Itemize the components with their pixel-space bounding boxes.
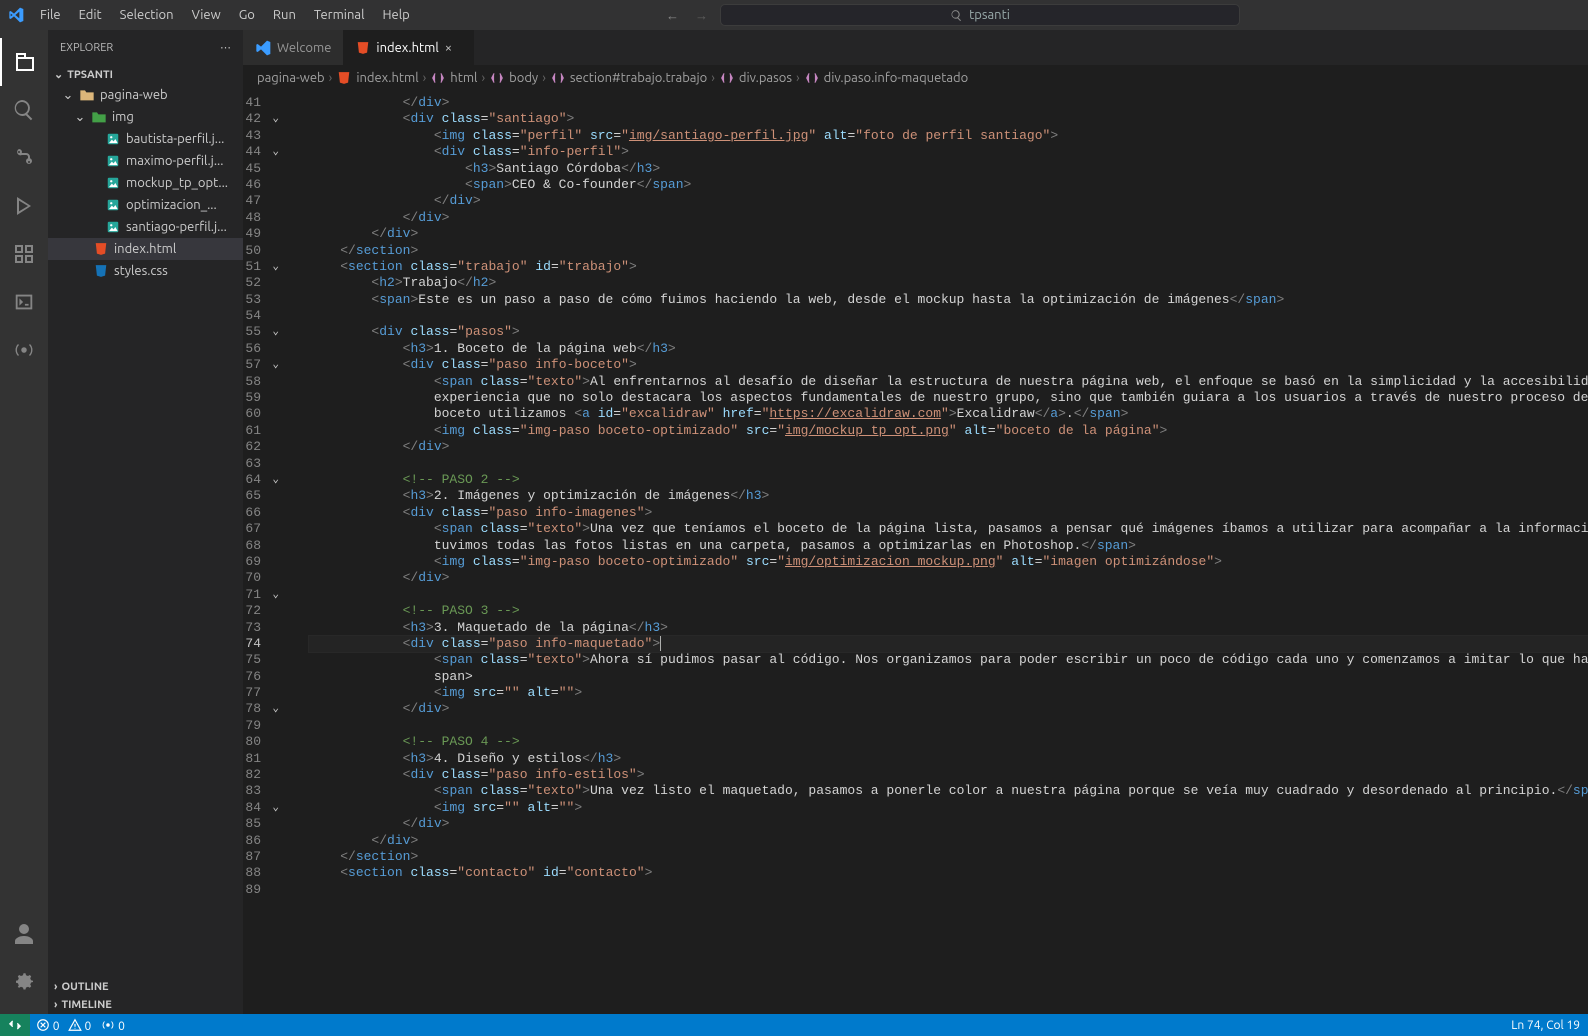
html-file-icon <box>92 242 110 256</box>
activity-search[interactable] <box>0 86 48 134</box>
breadcrumb-icon <box>430 70 446 86</box>
title-bar: FileEditSelectionViewGoRunTerminalHelp ←… <box>0 0 1588 30</box>
image-file-icon <box>104 198 122 212</box>
image-file-icon <box>104 176 122 190</box>
activity-explorer[interactable] <box>0 38 48 86</box>
chevron-down-icon: ⌄ <box>74 110 86 125</box>
breadcrumb-icon <box>719 70 735 86</box>
menu-run[interactable]: Run <box>265 4 304 26</box>
folder-open-icon <box>90 110 108 124</box>
search-icon <box>950 9 963 22</box>
remote-indicator[interactable] <box>0 1014 30 1036</box>
sidebar-title: EXPLORER <box>60 42 113 54</box>
menu-go[interactable]: Go <box>231 4 263 26</box>
breadcrumb-item[interactable]: html <box>450 71 477 85</box>
activity-extensions[interactable] <box>0 230 48 278</box>
tab-index[interactable]: index.html × <box>344 30 473 65</box>
breadcrumb-icon <box>804 70 820 86</box>
breadcrumb-item[interactable]: section#trabajo.trabajo <box>570 71 707 85</box>
breadcrumbs[interactable]: pagina-web›index.html›html›body›section#… <box>243 65 1588 91</box>
project-name: TPSANTI <box>67 69 113 81</box>
menu-edit[interactable]: Edit <box>71 4 110 26</box>
sidebar-explorer: EXPLORER ⋯ ⌄ TPSANTI ⌄ pagina-web ⌄ img <box>48 30 243 1014</box>
timeline-label: TIMELINE <box>61 999 111 1011</box>
activity-scm[interactable] <box>0 134 48 182</box>
menu-selection[interactable]: Selection <box>112 4 182 26</box>
html-file-icon <box>356 41 370 55</box>
folder-pagina-web[interactable]: ⌄ pagina-web <box>48 84 243 106</box>
folder-label: img <box>112 110 134 124</box>
chevron-down-icon: ⌄ <box>62 88 74 103</box>
folder-open-icon <box>78 88 96 102</box>
activity-debug[interactable] <box>0 182 48 230</box>
chevron-right-icon: › <box>54 999 57 1011</box>
code-content[interactable]: </div> <div class="santiago"> <img class… <box>293 91 1588 1014</box>
vscode-logo-icon <box>8 7 24 23</box>
tab-label: index.html <box>376 41 438 55</box>
file-label: bautista-perfil.j... <box>126 132 224 146</box>
search-text: tpsanti <box>969 8 1010 22</box>
line-number-gutter: 4142⌄4344⌄45464748495051⌄52535455⌄5657⌄5… <box>243 91 293 1014</box>
breadcrumb-item[interactable]: body <box>509 71 538 85</box>
image-file-icon <box>104 220 122 234</box>
breadcrumb-item[interactable]: pagina-web <box>257 71 325 85</box>
activity-bar <box>0 30 48 1014</box>
breadcrumb-item[interactable]: div.pasos <box>739 71 792 85</box>
file-row[interactable]: santiago-perfil.j... <box>48 216 243 238</box>
nav-forward-icon[interactable]: → <box>695 8 708 23</box>
file-row[interactable]: optimizacion_... <box>48 194 243 216</box>
image-file-icon <box>104 154 122 168</box>
activity-terminal[interactable] <box>0 278 48 326</box>
file-label: index.html <box>114 242 176 256</box>
close-icon[interactable]: × <box>445 41 461 55</box>
breadcrumb-icon <box>336 70 352 86</box>
file-label: mockup_tp_opt... <box>126 176 228 190</box>
nav-back-icon[interactable]: ← <box>666 8 679 23</box>
command-center-search[interactable]: tpsanti <box>720 4 1240 26</box>
file-label: optimizacion_... <box>126 198 217 212</box>
project-header[interactable]: ⌄ TPSANTI <box>48 65 243 84</box>
file-index[interactable]: index.html <box>48 238 243 260</box>
image-file-icon <box>104 132 122 146</box>
activity-account[interactable] <box>0 910 48 958</box>
chevron-down-icon: ⌄ <box>54 68 63 81</box>
tab-label: Welcome <box>277 41 331 55</box>
menu-view[interactable]: View <box>184 4 229 26</box>
status-problems[interactable]: 0 0 <box>36 1018 91 1033</box>
file-tree: ⌄ pagina-web ⌄ img bautista-perfil.j... m… <box>48 84 243 978</box>
vscode-logo-icon <box>255 40 271 56</box>
editor-tabs: Welcome index.html × <box>243 30 1588 65</box>
file-label: maximo-perfil.j... <box>126 154 223 168</box>
code-editor[interactable]: 4142⌄4344⌄45464748495051⌄52535455⌄5657⌄5… <box>243 91 1588 1014</box>
tab-welcome[interactable]: Welcome <box>243 30 344 65</box>
file-row[interactable]: maximo-perfil.j... <box>48 150 243 172</box>
activity-settings[interactable] <box>0 958 48 1006</box>
activity-live[interactable] <box>0 326 48 374</box>
file-styles[interactable]: styles.css <box>48 260 243 282</box>
timeline-section[interactable]: › TIMELINE <box>48 996 243 1014</box>
status-cursor-position[interactable]: Ln 74, Col 19 <box>1511 1019 1580 1032</box>
outline-section[interactable]: › OUTLINE <box>48 978 243 996</box>
sidebar-more-icon[interactable]: ⋯ <box>220 41 231 54</box>
main-menu: FileEditSelectionViewGoRunTerminalHelp <box>32 4 418 26</box>
outline-label: OUTLINE <box>61 981 108 993</box>
file-label: styles.css <box>114 264 168 278</box>
menu-help[interactable]: Help <box>374 4 417 26</box>
file-label: santiago-perfil.j... <box>126 220 227 234</box>
menu-file[interactable]: File <box>32 4 69 26</box>
folder-img[interactable]: ⌄ img <box>48 106 243 128</box>
editor-area: Welcome index.html × pagina-web›index.ht… <box>243 30 1588 1014</box>
status-ports[interactable]: 0 <box>101 1018 125 1033</box>
folder-label: pagina-web <box>100 88 168 102</box>
status-bar: 0 0 0 Ln 74, Col 19 <box>0 1014 1588 1036</box>
file-row[interactable]: bautista-perfil.j... <box>48 128 243 150</box>
breadcrumb-item[interactable]: index.html <box>356 71 418 85</box>
breadcrumb-icon <box>489 70 505 86</box>
chevron-right-icon: › <box>54 981 57 993</box>
breadcrumb-icon <box>550 70 566 86</box>
css-file-icon <box>92 264 110 278</box>
breadcrumb-item[interactable]: div.paso.info-maquetado <box>824 71 969 85</box>
file-row[interactable]: mockup_tp_opt... <box>48 172 243 194</box>
menu-terminal[interactable]: Terminal <box>306 4 373 26</box>
